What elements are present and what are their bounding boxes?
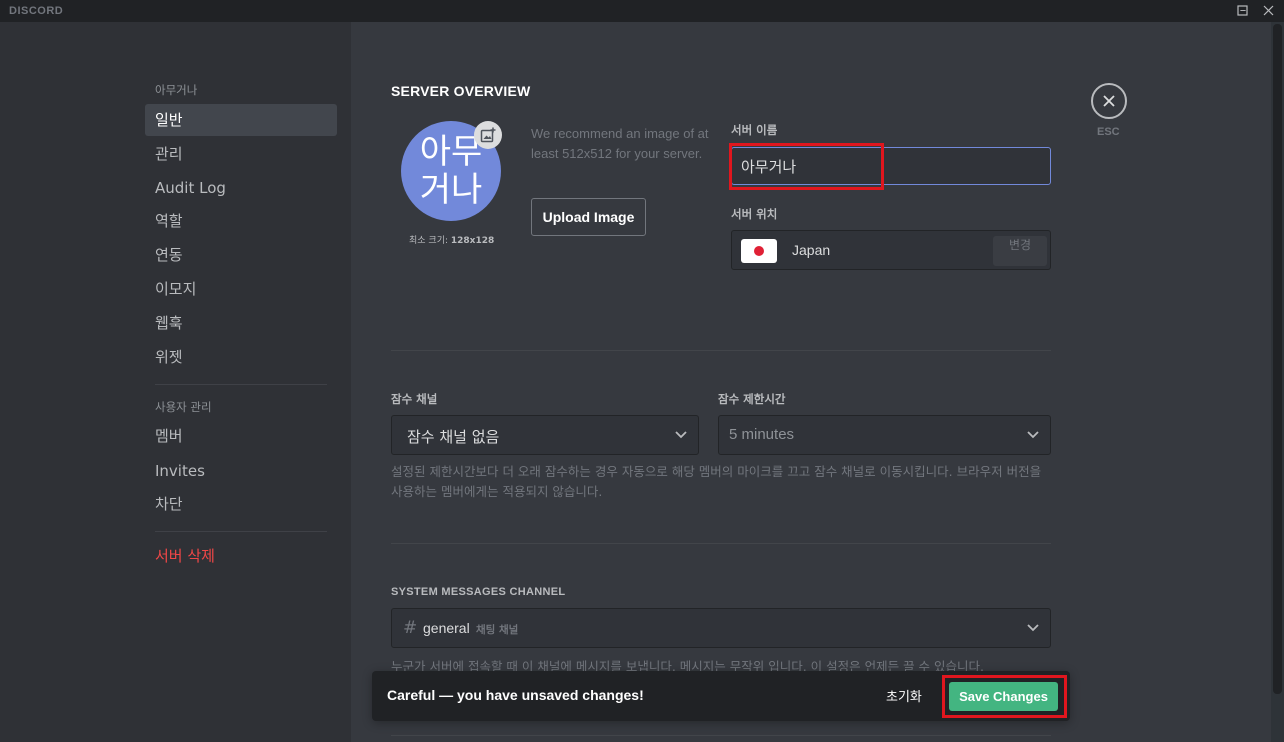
sidebar-item-widget[interactable]: 위젯: [145, 341, 337, 373]
title-bar: DISCORD –: [0, 0, 1284, 22]
afk-channel-value: 잠수 채널 없음: [407, 428, 500, 446]
section-divider: [391, 543, 1051, 544]
sidebar-item-webhooks[interactable]: 웹훅: [145, 307, 337, 339]
close-icon: [1103, 95, 1115, 107]
app-logo: DISCORD: [9, 5, 64, 17]
sidebar-item-delete-server[interactable]: 서버 삭제: [145, 540, 337, 572]
system-channel-name: general: [423, 620, 470, 636]
afk-help-text: 설정된 제한시간보다 더 오래 잠수하는 경우 자동으로 해당 멤버의 마이크를…: [391, 464, 1042, 499]
unsaved-warning-text: Careful — you have unsaved changes!: [387, 687, 644, 703]
sidebar-item-bans[interactable]: 차단: [145, 488, 337, 520]
sidebar-server-header: 아무거나: [155, 83, 198, 97]
server-name-label: 서버 이름: [731, 123, 778, 137]
esc-label: ESC: [1097, 126, 1120, 138]
sidebar-item-general[interactable]: 일반: [145, 104, 337, 136]
sidebar-item-integrations[interactable]: 연동: [145, 239, 337, 271]
scrollbar-thumb[interactable]: [1273, 24, 1282, 694]
japan-flag-icon: [741, 239, 777, 263]
page-title: SERVER OVERVIEW: [391, 83, 531, 99]
min-size-hint: 최소 크기: 128x128: [409, 233, 494, 246]
section-divider: [391, 350, 1051, 351]
region-name: Japan: [792, 242, 831, 258]
sidebar-user-header: 사용자 관리: [155, 400, 212, 414]
afk-channel-select[interactable]: 잠수 채널 없음: [391, 415, 699, 455]
sidebar-item-audit-log[interactable]: Audit Log: [145, 172, 337, 204]
hash-icon: #: [403, 618, 418, 638]
close-settings-button[interactable]: [1091, 83, 1127, 119]
afk-channel-label: 잠수 채널: [391, 392, 438, 406]
server-region-label: 서버 위치: [731, 207, 778, 221]
chevron-down-icon: [1027, 431, 1039, 439]
image-recommendation: We recommend an image of at least 512x51…: [531, 126, 709, 161]
server-name-input[interactable]: [731, 147, 1051, 185]
close-window-button[interactable]: [1255, 0, 1281, 22]
sidebar-item-emoji[interactable]: 이모지: [145, 273, 337, 305]
afk-timeout-label: 잠수 제한시간: [718, 392, 786, 406]
sidebar-item-moderation[interactable]: 관리: [145, 138, 337, 170]
afk-timeout-select[interactable]: 5 minutes: [718, 415, 1051, 455]
unsaved-changes-notice: Careful — you have unsaved changes! 초기화 …: [372, 671, 1070, 721]
afk-timeout-value: 5 minutes: [729, 426, 795, 443]
sidebar-item-members[interactable]: 멤버: [145, 420, 337, 452]
change-region-button[interactable]: 변경: [993, 236, 1047, 266]
sidebar-divider: [155, 384, 327, 385]
system-channel-select[interactable]: # general 채팅 채널: [391, 608, 1051, 648]
system-messages-label: SYSTEM MESSAGES CHANNEL: [391, 586, 566, 598]
maximize-button[interactable]: [1229, 0, 1255, 22]
sidebar-item-roles[interactable]: 역할: [145, 205, 337, 237]
upload-image-button[interactable]: Upload Image: [531, 198, 646, 236]
reset-button[interactable]: 초기화: [886, 686, 922, 705]
save-changes-button[interactable]: Save Changes: [949, 682, 1058, 711]
sidebar-divider: [155, 531, 327, 532]
chevron-down-icon: [675, 431, 687, 439]
server-region-selector: Japan 변경: [731, 230, 1051, 270]
chevron-down-icon: [1027, 624, 1039, 632]
section-divider: [391, 735, 1051, 736]
sidebar-item-invites[interactable]: Invites: [145, 455, 337, 487]
add-image-icon[interactable]: [474, 121, 502, 149]
min-size-value: 128x128: [450, 236, 495, 246]
min-size-label: 최소 크기:: [409, 236, 449, 246]
system-help-text: 누군가 서버에 접속할 때 이 채널에 메시지를 보냅니다. 메시지는 무작위 …: [391, 659, 984, 672]
system-channel-category: 채팅 채널: [476, 624, 519, 636]
